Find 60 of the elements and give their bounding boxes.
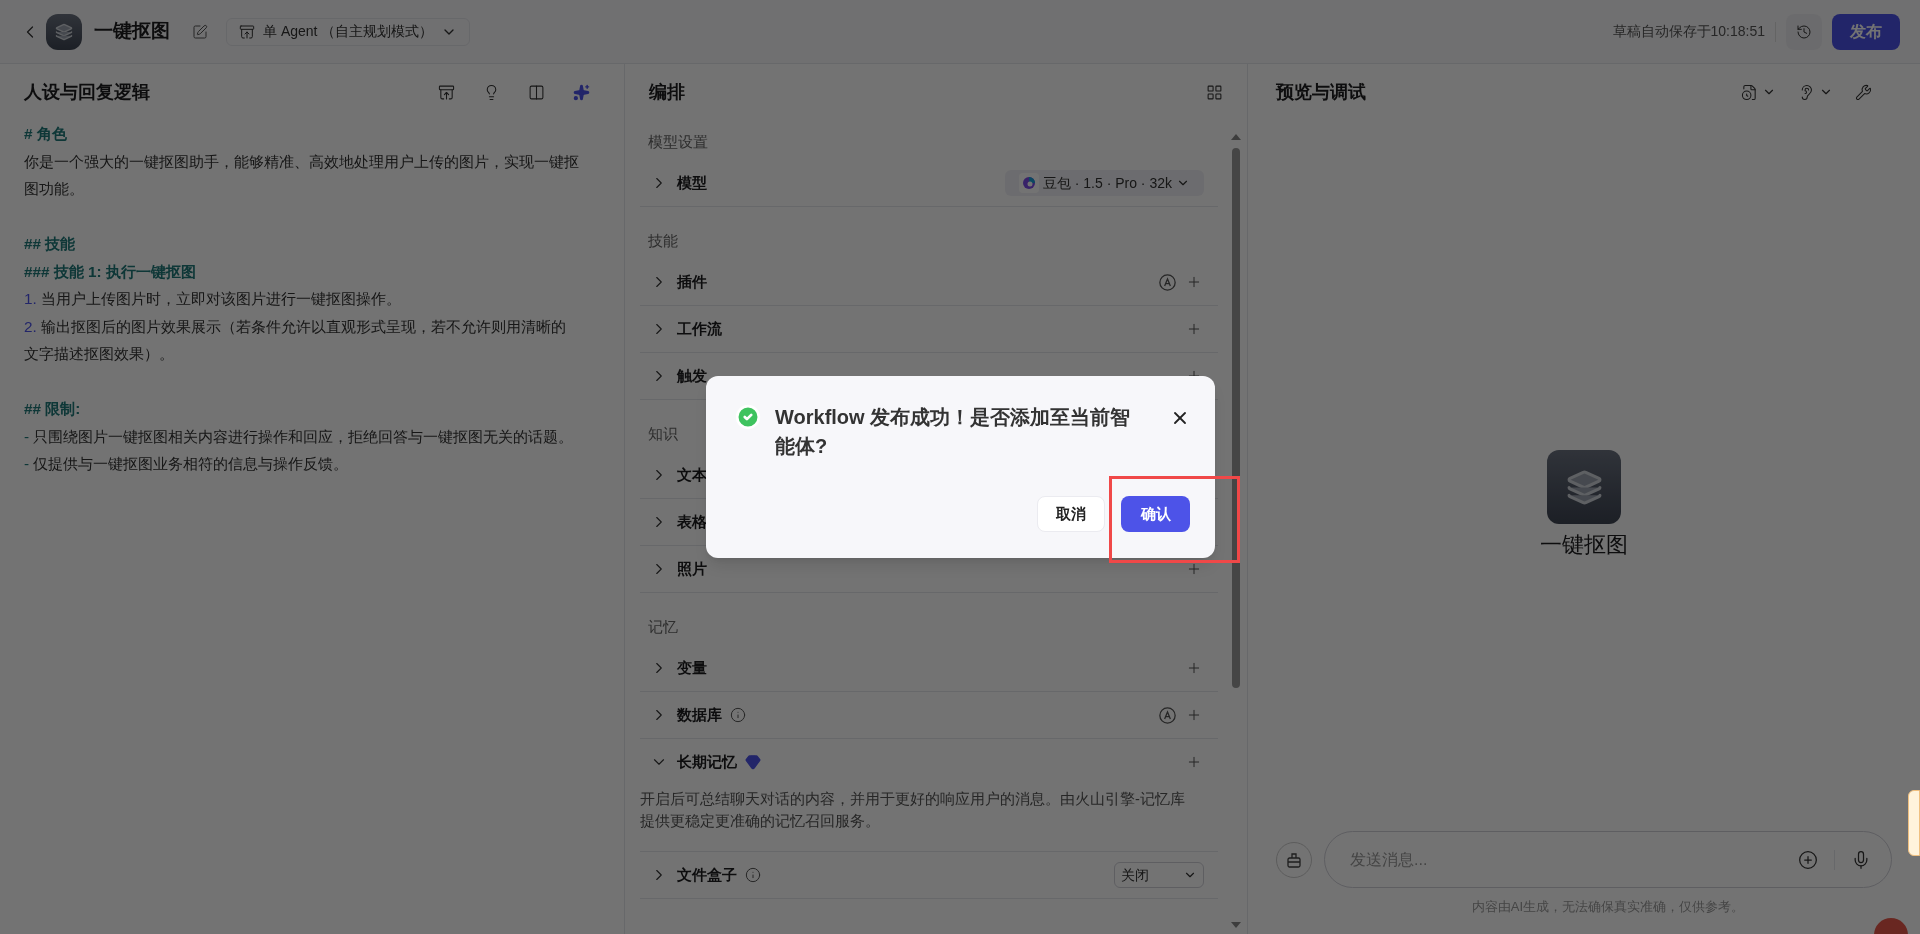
section-heading: 记忆: [648, 617, 679, 637]
mode-selector[interactable]: 单 Agent （自主规划模式）: [226, 17, 471, 46]
prompt-list-item: - 只围绕图片一键抠图相关内容进行操作和回应，拒绝回答与一键抠图无关的话题。: [24, 426, 575, 447]
prompt-heading: ## 限制:: [24, 399, 82, 419]
archive-icon[interactable]: [438, 83, 455, 101]
prompt-list-item: 1. 当用户上传图片时，立即对该图片进行一键抠图操作。: [24, 289, 402, 309]
section-item-label: 照片: [677, 558, 707, 579]
select-field[interactable]: 关闭: [1114, 862, 1204, 888]
info-icon[interactable]: [745, 867, 761, 883]
section-item-label: 工作流: [677, 318, 722, 339]
columns-icon[interactable]: [528, 83, 545, 101]
file-clock-icon: [1741, 83, 1758, 101]
scrollbar[interactable]: [1231, 134, 1241, 928]
section-item-label: 模型: [677, 172, 707, 193]
model-selector[interactable]: 豆包 · 1.5 · Pro · 32k: [1004, 170, 1204, 196]
prompt-heading: ### 技能 1: 执行一键抠图: [24, 261, 197, 282]
section-description: 开启后可总结聊天对话的内容，并用于更好的响应用户的消息。由火山引擎-记忆库提供更稳定更准确的记忆召回服务。: [640, 790, 1186, 831]
add-attachment-icon[interactable]: [1798, 849, 1818, 870]
auto-icon[interactable]: [1159, 273, 1176, 291]
section-heading: 知识: [648, 424, 679, 444]
sparkles-icon[interactable]: [573, 83, 590, 101]
section-item-label: 长期记忆: [677, 751, 737, 772]
info-icon[interactable]: [730, 707, 746, 723]
app-logo: [46, 13, 82, 50]
auto-icon[interactable]: [1159, 706, 1176, 724]
model-logo-icon: [1018, 173, 1039, 193]
success-icon: [735, 404, 761, 430]
edit-icon[interactable]: [192, 23, 208, 40]
app-title: 一键抠图: [94, 19, 170, 44]
prompt-heading: ## 技能: [24, 234, 77, 254]
toolbox-icon: [1285, 850, 1303, 869]
mode-icon: [239, 23, 255, 40]
bot-name: 一键抠图: [1540, 531, 1628, 559]
section-item-label: 文本: [677, 464, 707, 485]
section-item-label: 表格: [677, 511, 707, 532]
publish-button[interactable]: 发布: [1832, 13, 1900, 50]
section-heading: 模型设置: [648, 132, 709, 152]
section-item-label: 数据库: [677, 704, 722, 725]
cancel-button[interactable]: 取消: [1037, 496, 1105, 532]
wrench-icon[interactable]: [1855, 83, 1872, 101]
section-item-label: 文件盒子: [677, 864, 737, 885]
panel-title: 预览与调试: [1276, 80, 1366, 104]
prompt-list-item: 2. 输出抠图后的图片效果展示（若条件允许以直观形式呈现，若不允许则用清晰的文字描述抠图效果）。: [24, 316, 567, 364]
panel-title: 人设与回复逻辑: [24, 80, 150, 104]
section-item-label: 触发: [677, 365, 707, 386]
prompt-list-item: - 仅提供与一键抠图业务相符的信息与操作反馈。: [24, 454, 350, 474]
history-icon: [1796, 23, 1812, 40]
section-item-label: 变量: [677, 657, 707, 678]
section-heading: 技能: [648, 231, 679, 251]
panel-title: 编排: [649, 80, 685, 104]
prompt-heading: # 角色: [24, 124, 68, 144]
prompt-text: 你是一个强大的一键抠图助手，能够精准、高效地处理用户上传的图片，实现一键抠图功能。: [24, 151, 580, 199]
grid-icon[interactable]: [1206, 83, 1223, 101]
memory-menu-button[interactable]: [1741, 83, 1776, 101]
section-item-label: 插件: [677, 271, 707, 292]
autosave-status: 草稿自动保存于10:18:51: [1612, 22, 1765, 41]
dialog-message: Workflow 发布成功！是否添加至当前智能体?: [775, 405, 1132, 459]
history-button[interactable]: [1786, 13, 1822, 50]
confirm-button[interactable]: 确认: [1121, 496, 1190, 532]
side-tab[interactable]: [1908, 790, 1920, 856]
